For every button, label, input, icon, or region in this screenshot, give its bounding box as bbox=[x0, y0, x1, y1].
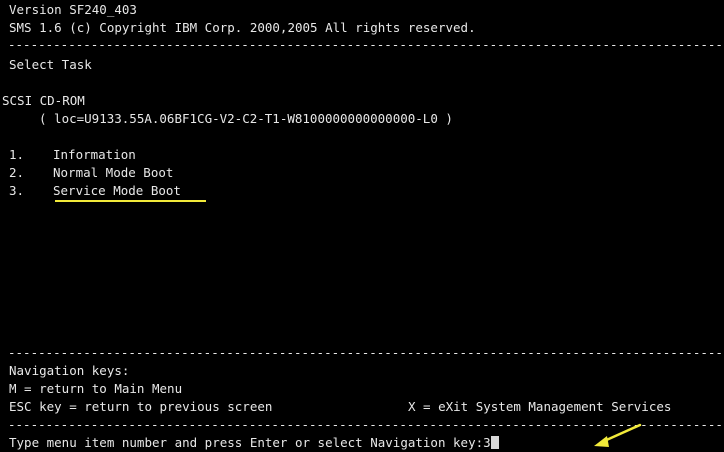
annotation-arrow-icon bbox=[594, 423, 642, 447]
menu-item-number: 3. bbox=[9, 183, 25, 198]
prompt-input[interactable]: 3 bbox=[483, 435, 491, 450]
text-cursor bbox=[490, 436, 499, 449]
highlight-underline bbox=[55, 200, 206, 202]
copyright-text: SMS 1.6 (c) Copyright IBM Corp. 2000,200… bbox=[9, 20, 476, 35]
nav-key-exit[interactable]: X = eXit System Management Services bbox=[408, 400, 671, 414]
menu-item-label: Normal Mode Boot bbox=[53, 165, 174, 180]
page-title: Select Task bbox=[9, 57, 92, 72]
device-name: SCSI CD-ROM bbox=[2, 93, 85, 108]
command-prompt[interactable]: Type menu item number and press Enter or… bbox=[9, 436, 499, 450]
navigation-title: Navigation keys: bbox=[9, 363, 130, 378]
menu-item-label: Service Mode Boot bbox=[53, 183, 181, 198]
menu-item-normal-mode-boot[interactable]: 2. Normal Mode Boot bbox=[9, 166, 173, 180]
prompt-text: Type menu item number and press Enter or… bbox=[9, 435, 484, 450]
nav-key-esc[interactable]: ESC key = return to previous screen bbox=[9, 400, 272, 414]
top-separator: ----------------------------------------… bbox=[8, 38, 724, 52]
version-text: Version SF240_403 bbox=[9, 2, 137, 17]
menu-item-number: 2. bbox=[9, 165, 25, 180]
menu-item-information[interactable]: 1. Information bbox=[9, 148, 136, 162]
menu-item-number: 1. bbox=[9, 147, 25, 162]
nav-separator-top: ----------------------------------------… bbox=[8, 346, 724, 360]
nav-key-main-menu[interactable]: M = return to Main Menu bbox=[9, 382, 182, 396]
device-location: ( loc=U9133.55A.06BF1CG-V2-C2-T1-W810000… bbox=[39, 111, 453, 126]
menu-item-label: Information bbox=[53, 147, 136, 162]
menu-item-service-mode-boot[interactable]: 3. Service Mode Boot bbox=[9, 184, 181, 198]
